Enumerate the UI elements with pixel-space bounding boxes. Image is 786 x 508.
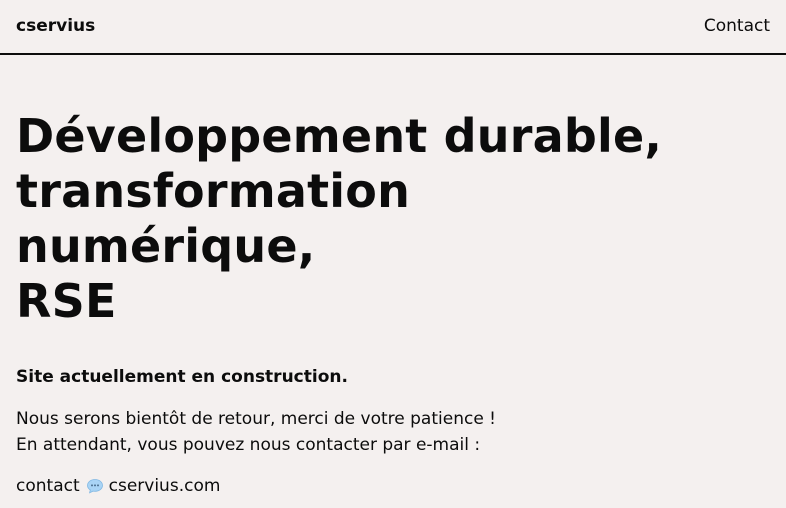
message-line: Nous serons bientôt de retour, merci de … (16, 409, 496, 429)
contact-email[interactable]: contact cservius.com (16, 475, 770, 497)
headline-line: RSE (16, 274, 117, 328)
speech-bubble-icon (86, 477, 104, 495)
email-user: contact (16, 476, 80, 496)
site-header: cservius Contact (0, 0, 786, 55)
nav-contact-link[interactable]: Contact (704, 15, 770, 37)
email-domain: cservius.com (108, 476, 221, 496)
headline-line: numérique, (16, 219, 316, 273)
message-line: En attendant, vous pouvez nous contacter… (16, 435, 481, 455)
main-content: Développement durable, transformation nu… (0, 109, 786, 497)
construction-notice: Site actuellement en construction. (16, 367, 348, 387)
headline-line: transformation (16, 164, 411, 218)
page-headline: Développement durable, transformation nu… (16, 109, 770, 329)
contact-message: Nous serons bientôt de retour, merci de … (16, 406, 770, 458)
brand-logo-link[interactable]: cservius (16, 15, 95, 37)
headline-line: Développement durable, (16, 109, 663, 163)
